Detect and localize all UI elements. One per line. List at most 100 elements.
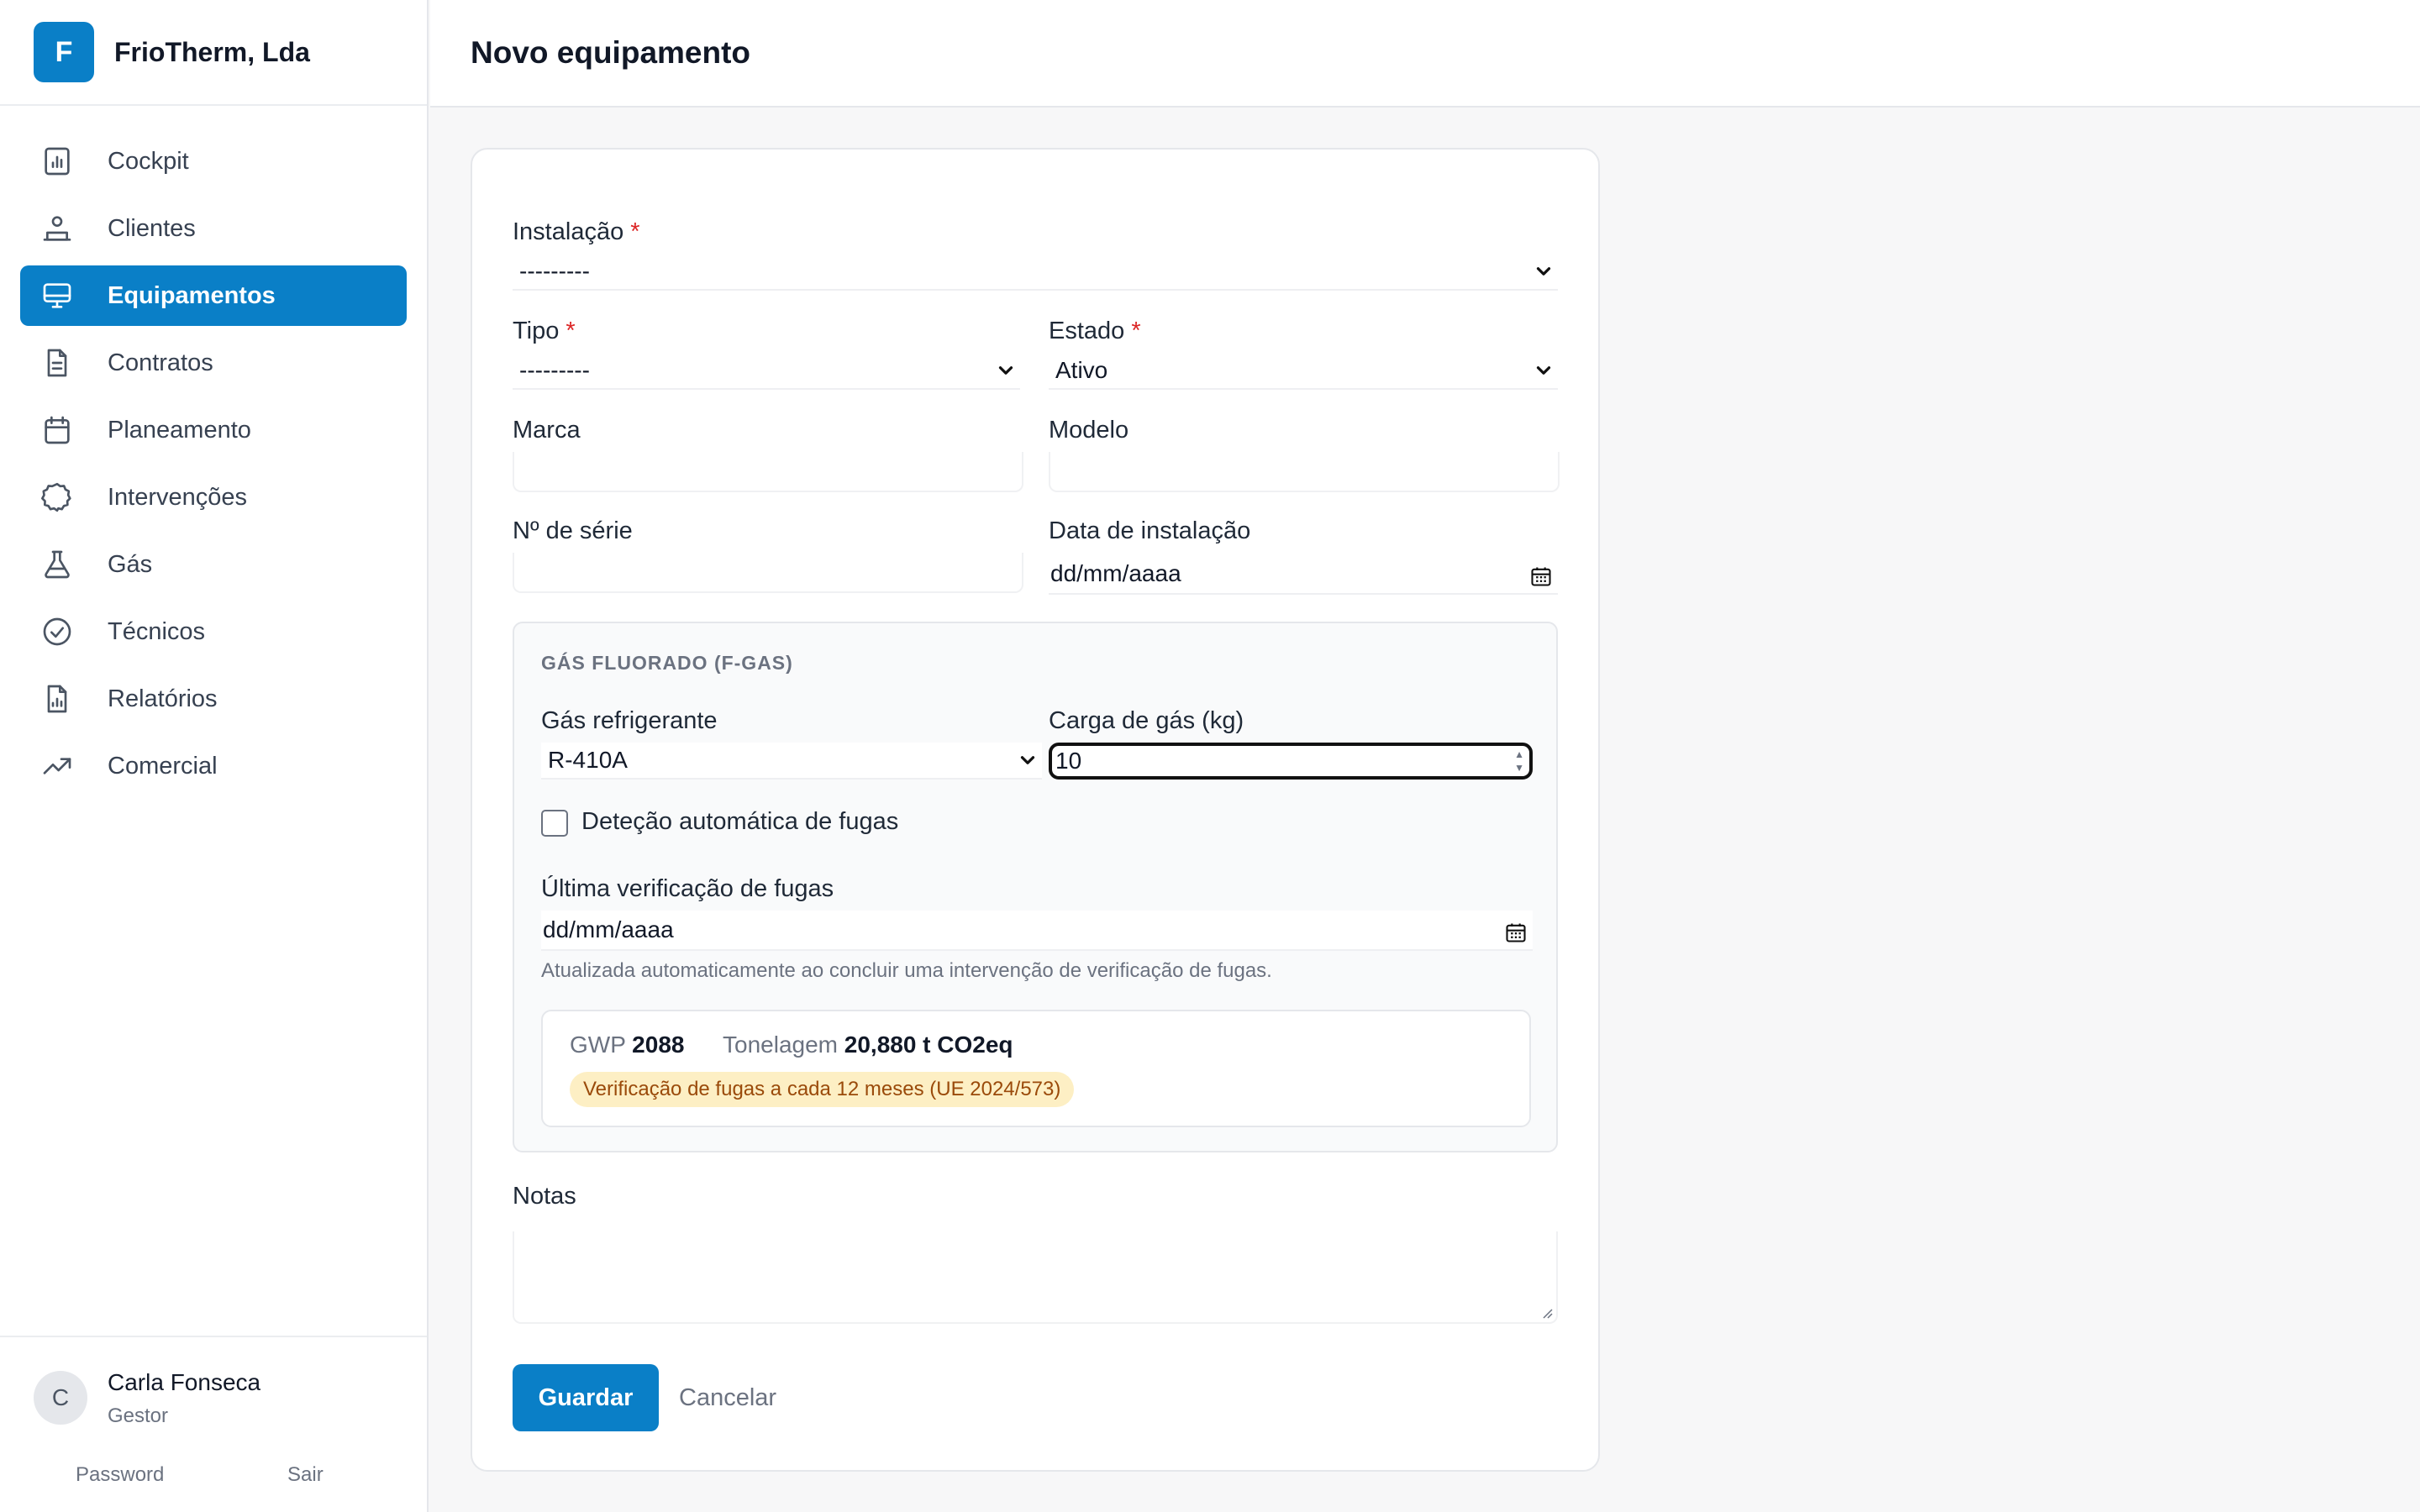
fgas-section-title: GÁS FLUORADO (F-GAS) — [541, 652, 793, 674]
user-panel: C Carla Fonseca Gestor Password Sair — [0, 1336, 427, 1512]
report-icon — [47, 685, 67, 713]
resize-handle-icon[interactable] — [1539, 1305, 1553, 1319]
chevron-down-icon — [1020, 756, 1035, 764]
flask-icon — [45, 550, 70, 579]
marca-label: Marca — [513, 417, 581, 444]
marca-input[interactable] — [513, 452, 1023, 492]
page-title: Novo equipamento — [471, 35, 751, 70]
fgas-section: GÁS FLUORADO (F-GAS) Gás refrigerante R-… — [513, 622, 1558, 1152]
document-icon — [47, 349, 67, 377]
brand-name[interactable]: FrioTherm, Lda — [114, 37, 310, 68]
estado-label: Estado * — [1049, 318, 1141, 345]
save-button[interactable]: Guardar — [513, 1364, 659, 1431]
user-role: Gestor — [108, 1404, 169, 1427]
ultima-verificacao-label: Última verificação de fugas — [541, 875, 834, 902]
sidebar-item-clientes[interactable]: Clientes — [20, 198, 407, 259]
sidebar-item-label: Clientes — [108, 214, 196, 242]
password-link[interactable]: Password — [76, 1463, 164, 1487]
instalacao-select[interactable]: --------- — [513, 254, 1558, 291]
sidebar-item-intervencoes[interactable]: Intervenções — [20, 467, 407, 528]
ultima-verificacao-help: Atualizada automaticamente ao concluir u… — [541, 959, 1272, 982]
gas-refrigerante-label: Gás refrigerante — [541, 707, 718, 734]
sidebar-item-label: Planeamento — [108, 416, 251, 444]
instalacao-value: --------- — [519, 258, 590, 284]
gwp-value: 2088 — [632, 1032, 685, 1058]
users-icon — [43, 216, 71, 241]
equipment-form-card: Instalação * --------- Tipo * --------- … — [471, 148, 1600, 1472]
estado-select[interactable]: Ativo — [1049, 353, 1558, 390]
required-mark: * — [1131, 318, 1141, 344]
serie-label: Nº de série — [513, 517, 633, 544]
notas-label: Notas — [513, 1183, 576, 1210]
data-instalacao-input[interactable]: dd/mm/aaaa — [1049, 554, 1558, 595]
required-mark: * — [566, 318, 576, 344]
sidebar-item-equipamentos[interactable]: Equipamentos — [20, 265, 407, 326]
check-circle-icon — [43, 617, 71, 646]
tipo-value: --------- — [519, 357, 590, 383]
tipo-select[interactable]: --------- — [513, 353, 1020, 390]
sidebar-item-label: Intervenções — [108, 483, 248, 511]
sidebar-item-cockpit[interactable]: Cockpit — [20, 131, 407, 192]
brand-header: F FrioTherm, Lda — [0, 0, 427, 106]
user-name: Carla Fonseca — [108, 1369, 261, 1395]
status-badge: Verificação de fugas a cada 12 meses (UE… — [570, 1072, 1075, 1107]
tonelagem-value: 20,880 t CO2eq — [844, 1032, 1013, 1058]
carga-gas-value: 10 — [1055, 748, 1082, 774]
calendar-icon — [45, 416, 70, 444]
gwp-label: GWP — [570, 1032, 626, 1058]
sidebar-item-label: Relatórios — [108, 685, 218, 712]
modelo-label: Modelo — [1049, 417, 1129, 444]
trend-icon — [43, 758, 71, 774]
sidebar-item-comercial[interactable]: Comercial — [20, 736, 407, 796]
detecao-checkbox[interactable] — [541, 810, 568, 837]
sidebar-item-relatorios[interactable]: Relatórios — [20, 669, 407, 729]
carga-gas-label: Carga de gás (kg) — [1049, 707, 1244, 734]
gwp-info-panel: GWP 2088 Tonelagem 20,880 t CO2eq Verifi… — [541, 1010, 1531, 1127]
notas-textarea[interactable] — [513, 1231, 1558, 1324]
sidebar-item-gas[interactable]: Gás — [20, 534, 407, 595]
required-mark: * — [630, 218, 640, 245]
chart-icon — [45, 147, 70, 176]
avatar: C — [34, 1371, 87, 1425]
gwp-metric: GWP 2088 — [570, 1032, 684, 1058]
data-instalacao-label: Data de instalação — [1049, 517, 1251, 544]
instalacao-label: Instalação * — [513, 218, 640, 246]
brand-logo[interactable]: F — [34, 22, 94, 82]
logout-link[interactable]: Sair — [287, 1463, 324, 1487]
data-instalacao-placeholder: dd/mm/aaaa — [1050, 560, 1181, 586]
chevron-down-icon — [1536, 267, 1551, 276]
chevron-down-icon — [998, 366, 1013, 375]
sidebar-item-label: Equipamentos — [108, 281, 276, 309]
sidebar-item-label: Contratos — [108, 349, 213, 376]
tonelagem-metric: Tonelagem 20,880 t CO2eq — [723, 1032, 1013, 1058]
calendar-icon[interactable] — [1504, 921, 1528, 944]
chevron-down-icon — [1536, 366, 1551, 375]
instalacao-label-text: Instalação — [513, 218, 624, 245]
sidebar-item-contratos[interactable]: Contratos — [20, 333, 407, 393]
cog-icon — [41, 482, 71, 512]
carga-gas-input[interactable]: 10 ▲ ▼ — [1049, 743, 1533, 780]
tipo-label-text: Tipo — [513, 318, 560, 344]
spinner-arrows-icon[interactable]: ▲ ▼ — [1514, 748, 1524, 774]
ultima-verificacao-placeholder: dd/mm/aaaa — [543, 916, 674, 942]
top-bar: Novo equipamento — [430, 0, 2420, 108]
sidebar-item-label: Cockpit — [108, 147, 189, 175]
sidebar-item-planeamento[interactable]: Planeamento — [20, 400, 407, 460]
sidebar-item-label: Comercial — [108, 752, 218, 780]
sidebar-item-label: Gás — [108, 550, 153, 578]
serie-input[interactable] — [513, 553, 1023, 593]
cancel-button[interactable]: Cancelar — [679, 1364, 776, 1431]
estado-value: Ativo — [1055, 357, 1108, 383]
tonelagem-label: Tonelagem — [723, 1032, 838, 1058]
modelo-input[interactable] — [1049, 452, 1560, 492]
estado-label-text: Estado — [1049, 318, 1125, 344]
ultima-verificacao-input[interactable]: dd/mm/aaaa — [541, 911, 1533, 951]
detecao-label: Deteção automática de fugas — [581, 808, 899, 835]
gas-refrigerante-select[interactable]: R-410A — [541, 743, 1042, 780]
monitor-icon — [43, 283, 71, 308]
gas-refrigerante-value: R-410A — [548, 747, 628, 773]
sidebar-item-tecnicos[interactable]: Técnicos — [20, 601, 407, 662]
calendar-icon[interactable] — [1529, 564, 1553, 588]
sidebar: F FrioTherm, Lda Cockpit Clientes Equipa… — [0, 0, 429, 1512]
main-nav: Cockpit Clientes Equipamentos Contratos … — [20, 131, 407, 803]
